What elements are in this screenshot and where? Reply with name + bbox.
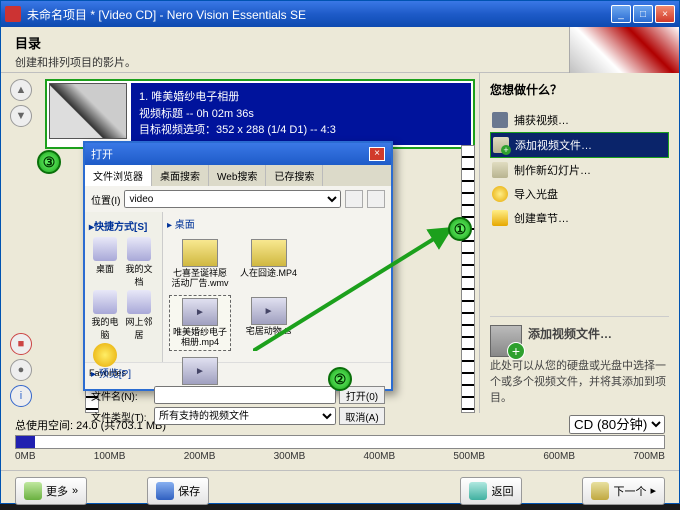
save-button[interactable]: 保存: [147, 477, 209, 505]
callout-2: ②: [328, 367, 352, 391]
location-label: 位置(I): [91, 192, 120, 207]
minimize-button[interactable]: _: [611, 5, 631, 23]
shortcuts-header[interactable]: ▸快捷方式[S]: [89, 218, 158, 233]
disc-type-select[interactable]: CD (80分钟): [569, 415, 665, 434]
nero-logo: [569, 27, 679, 73]
hint-add-icon: [490, 325, 522, 357]
back-button[interactable]: 返回: [460, 477, 522, 505]
filename-label: 文件名(N):: [91, 388, 151, 403]
open-file-dialog: 打开 × 文件浏览器 桌面搜索 Web搜索 已存搜索 位置(I) video ▸…: [83, 141, 393, 391]
hint-text: 此处可以从您的硬盘或光盘中选择一个或多个视频文件，并将其添加到项目。: [490, 357, 669, 405]
action-create-chapter[interactable]: 创建章节…: [490, 206, 669, 230]
filetype-label: 文件类型(T):: [91, 409, 151, 424]
page-header: 目录 创建和排列项目的影片。: [1, 27, 679, 73]
file-item[interactable]: 人在囧途.MP4: [238, 237, 300, 281]
app-icon: [5, 6, 21, 22]
space-bar: [15, 435, 665, 449]
callout-3: ③: [37, 150, 61, 174]
places-header[interactable]: ▸ 桌面: [167, 216, 387, 231]
space-ticks: 0MB100MB200MB300MB400MB500MB600MB700MB: [15, 451, 665, 462]
tab-saved-search[interactable]: 已存搜索: [266, 165, 323, 186]
loc-view-button[interactable]: [367, 190, 385, 208]
action-new-slideshow[interactable]: 制作新幻灯片…: [490, 158, 669, 182]
cancel-button[interactable]: 取消(A): [339, 407, 385, 425]
titlebar: 未命名项目 * [Video CD] - Nero Vision Essenti…: [1, 1, 679, 27]
back-icon: [469, 482, 487, 500]
loc-up-button[interactable]: [345, 190, 363, 208]
chapter-icon: [492, 210, 508, 226]
save-icon: [156, 482, 174, 500]
page-subtitle: 创建和排列项目的影片。: [15, 54, 665, 70]
file-item[interactable]: [169, 355, 231, 389]
disc-icon: [492, 186, 508, 202]
dialog-title: 打开: [91, 146, 369, 162]
maximize-button[interactable]: □: [633, 5, 653, 23]
more-button[interactable]: 更多 »: [15, 477, 87, 505]
action-add-video-file[interactable]: 添加视频文件…: [490, 132, 669, 158]
add-file-icon: [493, 137, 509, 153]
nav-down-button[interactable]: ▼: [10, 105, 32, 127]
close-button[interactable]: ×: [655, 5, 675, 23]
action-import-disc[interactable]: 导入光盘: [490, 182, 669, 206]
shortcut-desktop[interactable]: 桌面: [89, 237, 121, 288]
dialog-close-button[interactable]: ×: [369, 147, 385, 161]
next-icon: [591, 482, 609, 500]
nav-up-button[interactable]: ▲: [10, 79, 32, 101]
video-thumbnail: [49, 83, 127, 139]
file-item-selected[interactable]: 唯美婚纱电子相册.mp4: [169, 295, 231, 351]
shortcut-my-documents[interactable]: 我的文档: [123, 237, 155, 288]
info-button[interactable]: i: [10, 385, 32, 407]
action-capture-video[interactable]: 捕获视频…: [490, 108, 669, 132]
video-item[interactable]: 1. 唯美婚纱电子相册 视频标题 -- 0h 02m 36s 目标视频选项：35…: [45, 79, 475, 149]
hint-panel: 添加视频文件… 此处可以从您的硬盘或光盘中选择一个或多个视频文件，并将其添加到项…: [490, 316, 669, 405]
actions-heading: 您想做什么？: [490, 81, 669, 98]
slideshow-icon: [492, 162, 508, 178]
file-item[interactable]: 七喜圣诞祥愿活动厂告.wmv: [169, 237, 231, 291]
tab-web-search[interactable]: Web搜索: [209, 165, 266, 186]
location-select[interactable]: video: [124, 190, 341, 208]
camera-icon: [492, 112, 508, 128]
more-icon: [24, 482, 42, 500]
video-info: 1. 唯美婚纱电子相册 视频标题 -- 0h 02m 36s 目标视频选项：35…: [131, 83, 471, 145]
filetype-select[interactable]: 所有支持的视频文件: [154, 407, 336, 425]
shortcut-my-computer[interactable]: 我的电脑: [89, 290, 121, 341]
tab-file-browser[interactable]: 文件浏览器: [85, 165, 152, 186]
stop-button[interactable]: ■: [10, 333, 32, 355]
shortcut-network[interactable]: 网上邻居: [123, 290, 155, 341]
file-item[interactable]: 宅居动物.ts: [238, 295, 300, 339]
record-button[interactable]: ●: [10, 359, 32, 381]
next-button[interactable]: 下一个 ▸: [582, 477, 665, 505]
filmstrip-right: [461, 145, 475, 413]
tab-desktop-search[interactable]: 桌面搜索: [152, 165, 209, 186]
window-title: 未命名项目 * [Video CD] - Nero Vision Essenti…: [27, 6, 611, 23]
callout-1: ①: [448, 217, 472, 241]
page-title: 目录: [15, 33, 665, 52]
